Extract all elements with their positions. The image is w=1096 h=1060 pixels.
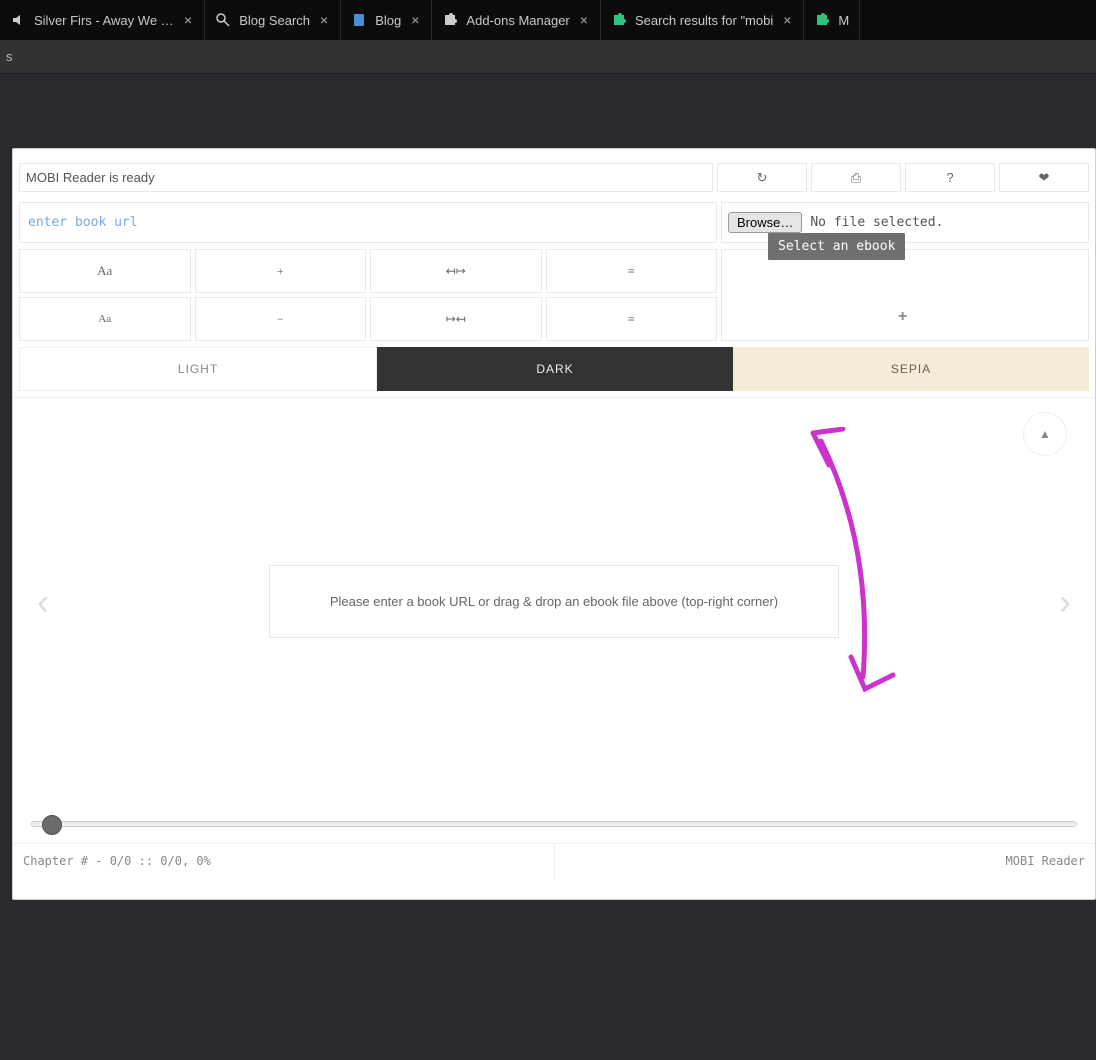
- narrow-button[interactable]: ↦↤: [370, 297, 542, 341]
- favorite-button[interactable]: ❤: [999, 163, 1089, 192]
- browser-tab[interactable]: Blog Search ×: [205, 0, 341, 40]
- audio-icon: [10, 12, 26, 28]
- toolbar-fragment: s: [6, 49, 13, 64]
- theme-selector: LIGHT DARK SEPIA: [13, 347, 1095, 397]
- heart-icon: ❤: [1039, 170, 1050, 186]
- side-dropzone[interactable]: +: [721, 249, 1089, 341]
- puzzle-green-icon: [611, 12, 627, 28]
- line-height-inc-button[interactable]: ≡: [546, 249, 718, 293]
- font-icon: Aa: [98, 313, 111, 325]
- text-controls: Aa + ↤↦ ≡ Aa − ↦↤ ≡: [19, 249, 717, 341]
- browser-tab[interactable]: Search results for "mobi ×: [601, 0, 804, 40]
- zoom-out-button[interactable]: −: [195, 297, 367, 341]
- lineheight-icon: ≡: [628, 264, 635, 279]
- puzzle-green-icon: [814, 12, 830, 28]
- close-icon[interactable]: ×: [409, 12, 421, 28]
- theme-dark-button[interactable]: DARK: [377, 347, 733, 391]
- font-decrease-button[interactable]: Aa: [19, 297, 191, 341]
- theme-light-button[interactable]: LIGHT: [19, 347, 377, 391]
- triangle-up-icon: ▲: [1039, 427, 1051, 441]
- progress-slider-row: [13, 805, 1095, 843]
- tab-label: M: [838, 13, 849, 28]
- help-button[interactable]: ?: [905, 163, 995, 192]
- file-picker-area[interactable]: Browse… No file selected. Select an eboo…: [721, 202, 1089, 243]
- reader-app: MOBI Reader is ready ↻ ⎙ ? ❤ Browse… No …: [12, 148, 1096, 900]
- close-icon[interactable]: ×: [318, 12, 330, 28]
- browser-toolbar: s: [0, 40, 1096, 74]
- browser-tab[interactable]: Silver Firs - Away We Go ×: [0, 0, 205, 40]
- app-name-label: MOBI Reader: [554, 844, 1096, 878]
- add-icon: +: [898, 308, 907, 326]
- footer: Chapter # - 0/0 :: 0/0, 0% MOBI Reader: [13, 843, 1095, 878]
- zoom-in-button[interactable]: +: [195, 249, 367, 293]
- browser-tab[interactable]: Blog ×: [341, 0, 432, 40]
- prev-page-button[interactable]: ‹: [37, 581, 49, 623]
- widen-button[interactable]: ↤↦: [370, 249, 542, 293]
- print-icon: ⎙: [851, 170, 861, 186]
- status-message: MOBI Reader is ready: [19, 163, 713, 192]
- reload-button[interactable]: ↻: [717, 163, 807, 192]
- close-icon[interactable]: ×: [182, 12, 194, 28]
- widen-icon: ↤↦: [446, 264, 466, 279]
- minus-icon: −: [277, 312, 284, 327]
- chapter-status: Chapter # - 0/0 :: 0/0, 0%: [13, 844, 554, 878]
- browser-tab-bar: Silver Firs - Away We Go × Blog Search ×…: [0, 0, 1096, 40]
- puzzle-icon: [442, 12, 458, 28]
- lineheight-icon: ≡: [628, 312, 635, 327]
- tab-label: Silver Firs - Away We Go: [34, 13, 174, 28]
- line-height-dec-button[interactable]: ≡: [546, 297, 718, 341]
- reader-viewport: ▲ ‹ › Please enter a book URL or drag & …: [13, 397, 1095, 805]
- narrow-icon: ↦↤: [446, 312, 466, 327]
- book-url-input[interactable]: [19, 202, 717, 243]
- help-icon: ?: [946, 170, 953, 185]
- theme-sepia-button[interactable]: SEPIA: [733, 347, 1089, 391]
- progress-slider[interactable]: [31, 821, 1077, 827]
- next-page-button[interactable]: ›: [1059, 581, 1071, 623]
- plus-icon: +: [277, 264, 284, 279]
- reload-icon: ↻: [757, 170, 768, 186]
- empty-state-message: Please enter a book URL or drag & drop a…: [269, 565, 839, 638]
- close-icon[interactable]: ×: [578, 12, 590, 28]
- search-icon: [215, 12, 231, 28]
- tab-label: Search results for "mobi: [635, 13, 773, 28]
- browser-tab[interactable]: M: [804, 0, 860, 40]
- doc-icon: [351, 12, 367, 28]
- tab-label: Blog: [375, 13, 401, 28]
- browse-button[interactable]: Browse…: [728, 212, 802, 233]
- browser-tab[interactable]: Add-ons Manager ×: [432, 0, 601, 40]
- slider-thumb[interactable]: [42, 815, 62, 835]
- file-status: No file selected.: [810, 215, 943, 230]
- tab-label: Blog Search: [239, 13, 310, 28]
- close-icon[interactable]: ×: [781, 12, 793, 28]
- print-button[interactable]: ⎙: [811, 163, 901, 192]
- scroll-top-button[interactable]: ▲: [1023, 412, 1067, 456]
- font-icon: Aa: [97, 263, 112, 279]
- tab-label: Add-ons Manager: [466, 13, 569, 28]
- font-increase-button[interactable]: Aa: [19, 249, 191, 293]
